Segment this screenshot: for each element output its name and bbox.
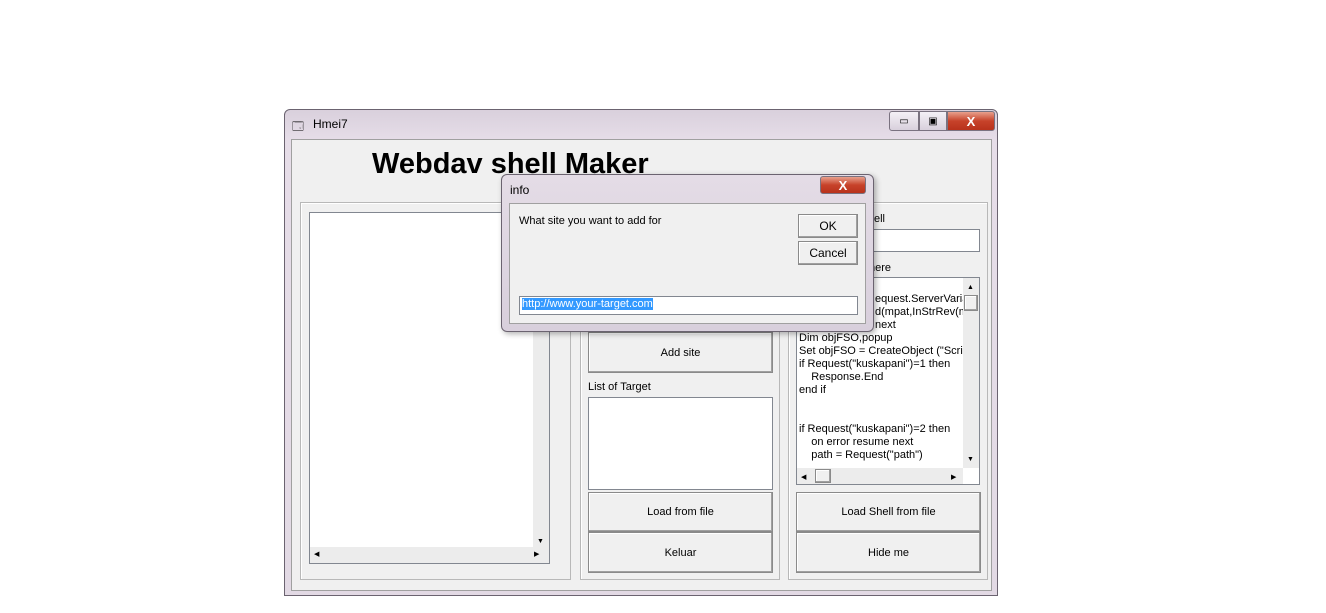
hide-me-button[interactable]: Hide me [796, 532, 981, 573]
load-from-file-button[interactable]: Load from file [588, 492, 773, 532]
app-icon: 🗔 [292, 121, 304, 133]
cancel-button[interactable]: Cancel [798, 241, 858, 265]
dialog-close-button[interactable]: X [820, 176, 866, 194]
load-shell-button[interactable]: Load Shell from file [796, 492, 981, 532]
code-horizontal-scrollbar[interactable]: ◀ ▶ [797, 468, 963, 484]
dialog-body: What site you want to add for OK Cancel … [509, 203, 866, 324]
ok-button[interactable]: OK [798, 214, 858, 238]
list-of-target-label: List of Target [588, 381, 651, 393]
dialog-prompt: What site you want to add for [519, 215, 662, 227]
close-button[interactable]: X [947, 111, 995, 131]
add-site-button[interactable]: Add site [588, 332, 773, 373]
code-vertical-scrollbar[interactable]: ▲ ▼ [963, 278, 979, 468]
shell-label: ell [874, 213, 886, 225]
target-list[interactable] [588, 397, 773, 490]
info-dialog: info X What site you want to add for OK … [501, 174, 874, 332]
horizontal-scrollbar[interactable]: ◀ ▶ [310, 547, 549, 563]
minimize-button[interactable]: ▭ [889, 111, 919, 131]
dialog-title: info [510, 183, 530, 197]
window-title: Hmei7 [313, 117, 348, 131]
maximize-button[interactable]: ▣ [919, 111, 947, 131]
exit-button[interactable]: Keluar [588, 532, 773, 573]
site-url-input[interactable]: http://www.your-target.com [519, 296, 858, 315]
